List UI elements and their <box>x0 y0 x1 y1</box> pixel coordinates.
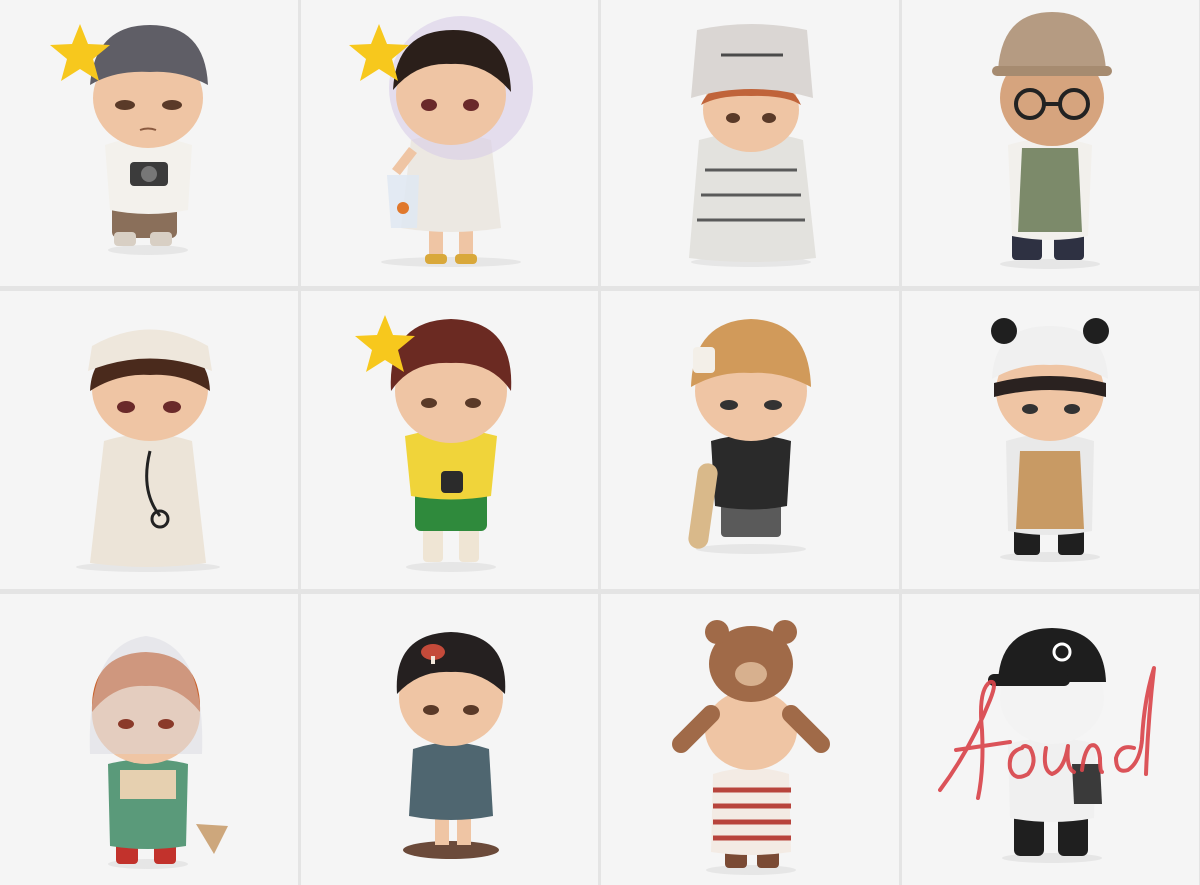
figure-mushroom-hair <box>396 632 506 859</box>
figure-cap-glasses-apron <box>992 12 1112 269</box>
star-icon <box>355 315 415 372</box>
figure-bubble-helmet-fishbag <box>381 16 533 267</box>
figure-grid <box>0 0 1200 885</box>
tile-2 <box>301 0 598 286</box>
tile-5 <box>0 291 298 589</box>
tile-3 <box>601 0 899 286</box>
star-icon <box>50 24 110 81</box>
figure-teddy-bear-on-head <box>672 620 830 875</box>
star-icon <box>349 24 409 81</box>
tile-10 <box>301 594 598 885</box>
tile-8 <box>902 291 1199 589</box>
tile-4 <box>902 0 1199 286</box>
tile-11 <box>601 594 899 885</box>
tile-9 <box>0 594 298 885</box>
figure-panda-hat-apron <box>991 318 1109 562</box>
figure-bandage-doctor <box>76 329 220 572</box>
figure-black-cap-white <box>988 628 1106 863</box>
figure-orange-beanie-skateboard <box>688 319 811 554</box>
figure-newspaper-outfit <box>689 24 816 267</box>
tile-12 <box>902 594 1199 885</box>
figure-beanie-camera <box>90 25 208 255</box>
tile-7 <box>601 291 899 589</box>
tile-1 <box>0 0 298 286</box>
tile-6 <box>301 291 598 589</box>
figure-bag-head-overalls <box>89 636 228 869</box>
figure-yellow-shirt-camera <box>390 319 512 572</box>
